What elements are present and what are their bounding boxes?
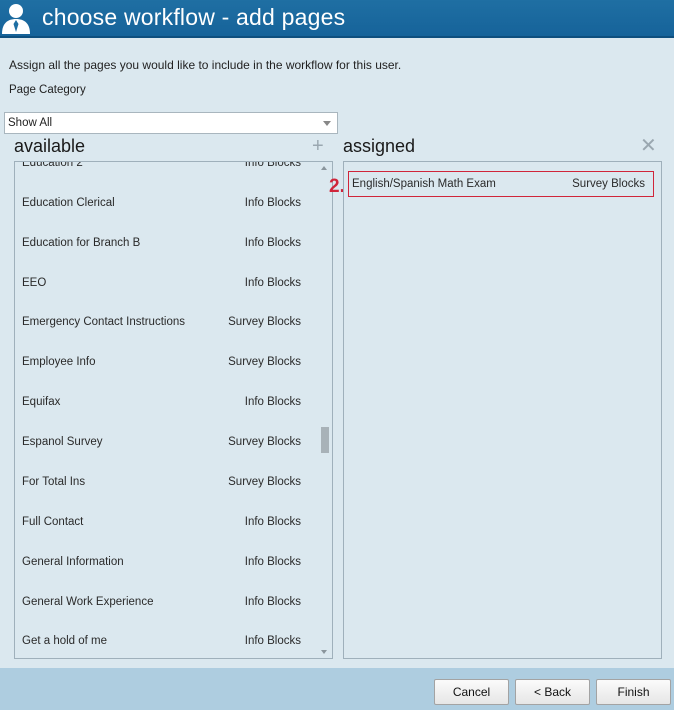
- item-name: English/Spanish Math Exam: [352, 178, 496, 190]
- item-name: Education 2: [22, 161, 83, 169]
- back-button[interactable]: < Back: [515, 679, 590, 705]
- chevron-down-icon[interactable]: [323, 121, 331, 126]
- list-item[interactable]: Employee Info Survey Blocks: [15, 353, 315, 373]
- assigned-list-item[interactable]: English/Spanish Math Exam Survey Blocks: [348, 171, 654, 197]
- list-item[interactable]: Espanol Survey Survey Blocks: [15, 433, 315, 453]
- list-item[interactable]: Education Clerical Info Blocks: [15, 194, 315, 214]
- remove-icon[interactable]: ✕: [640, 136, 657, 156]
- scroll-up-icon[interactable]: [321, 166, 327, 170]
- user-icon: [2, 4, 30, 34]
- item-type: Survey Blocks: [228, 316, 301, 328]
- item-name: Emergency Contact Instructions: [22, 316, 185, 328]
- item-name: Employee Info: [22, 356, 96, 368]
- item-type: Info Blocks: [244, 556, 301, 568]
- item-name: General Work Experience: [22, 596, 154, 608]
- instruction-text: Assign all the pages you would like to i…: [9, 58, 402, 72]
- item-name: For Total Ins: [22, 476, 86, 488]
- item-name: Get a hold of me: [22, 635, 108, 647]
- assigned-list[interactable]: English/Spanish Math Exam Survey Blocks: [343, 161, 662, 659]
- list-item[interactable]: Full Contact Info Blocks: [15, 513, 315, 533]
- page-category-value: Show All: [8, 117, 53, 129]
- item-type: Survey Blocks: [228, 436, 301, 448]
- item-type: Info Blocks: [244, 277, 301, 289]
- item-type: Info Blocks: [244, 396, 301, 408]
- dialog-header: choose workflow - add pages: [0, 0, 674, 38]
- item-type: Info Blocks: [244, 596, 301, 608]
- finish-button[interactable]: Finish: [596, 679, 671, 705]
- item-name: Equifax: [22, 396, 61, 408]
- list-item[interactable]: General Information Info Blocks: [15, 553, 315, 573]
- item-type: Info Blocks: [244, 635, 301, 647]
- item-name: Education for Branch B: [22, 237, 141, 249]
- list-item[interactable]: General Work Experience Info Blocks: [15, 593, 315, 613]
- item-name: Full Contact: [22, 516, 84, 528]
- item-type: Info Blocks: [244, 237, 301, 249]
- list-item[interactable]: For Total Ins Survey Blocks: [15, 473, 315, 493]
- dialog-title: choose workflow - add pages: [42, 4, 346, 30]
- item-name: General Information: [22, 556, 124, 568]
- assigned-title: assigned: [343, 136, 416, 156]
- add-icon[interactable]: +: [312, 136, 324, 156]
- list-item[interactable]: Emergency Contact Instructions Survey Bl…: [15, 313, 315, 333]
- list-item[interactable]: Get a hold of me Info Blocks: [15, 632, 315, 652]
- item-name: EEO: [22, 277, 47, 289]
- cancel-button[interactable]: Cancel: [434, 679, 509, 705]
- available-title: available: [14, 136, 86, 156]
- list-item[interactable]: Equifax Info Blocks: [15, 393, 315, 413]
- item-type: Info Blocks: [244, 516, 301, 528]
- scroll-down-icon[interactable]: [321, 650, 327, 654]
- item-type: Info Blocks: [244, 197, 301, 209]
- item-type: Survey Blocks: [572, 178, 645, 190]
- item-type: Info Blocks: [244, 161, 301, 169]
- page-category-select[interactable]: Show All: [4, 112, 338, 134]
- item-type: Survey Blocks: [228, 356, 301, 368]
- scrollbar-thumb[interactable]: [321, 427, 329, 453]
- list-item[interactable]: Education 2 Info Blocks: [15, 161, 315, 174]
- list-item[interactable]: EEO Info Blocks: [15, 274, 315, 294]
- item-name: Education Clerical: [22, 197, 115, 209]
- page-category-label: Page Category: [9, 84, 86, 96]
- item-name: Espanol Survey: [22, 436, 103, 448]
- list-item[interactable]: Education for Branch B Info Blocks: [15, 234, 315, 254]
- available-list[interactable]: Education 2 Info Blocks Education Cleric…: [14, 161, 333, 659]
- item-type: Survey Blocks: [228, 476, 301, 488]
